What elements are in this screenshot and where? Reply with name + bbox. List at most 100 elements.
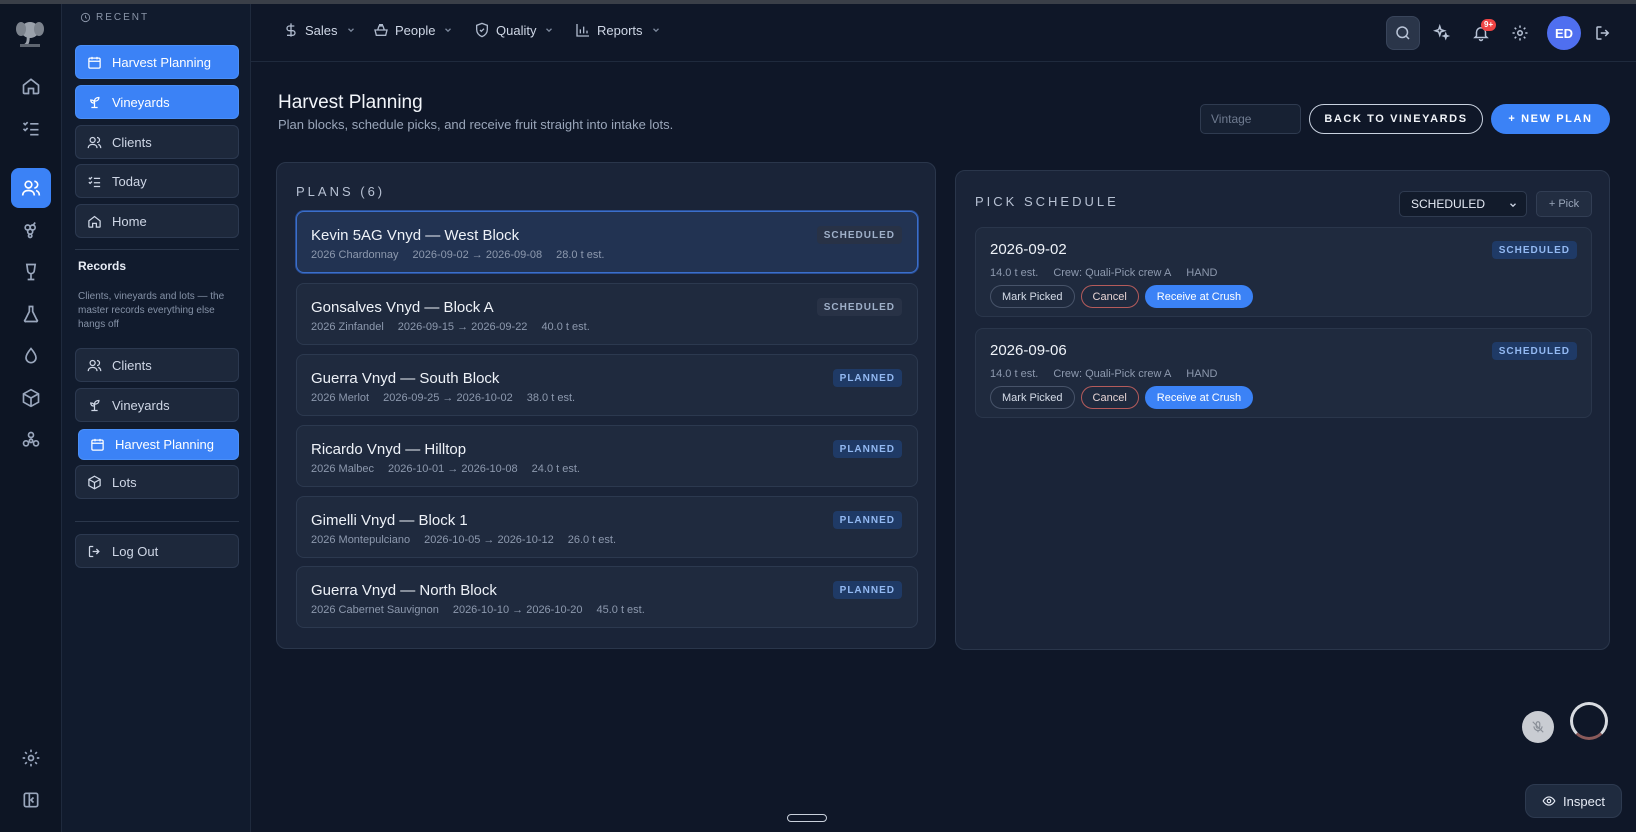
page-title: Harvest Planning	[278, 92, 423, 113]
bar-chart-icon	[576, 24, 589, 37]
receive-at-crush-button[interactable]: Receive at Crush	[1144, 285, 1254, 308]
status-badge: PLANNED	[832, 511, 902, 529]
records-item-clients[interactable]: Clients	[75, 348, 239, 382]
back-to-vineyards-button[interactable]: BACK TO VINEYARDS	[1309, 104, 1483, 134]
top-bar: Sales People Quality Reports 9+ ED	[251, 4, 1636, 62]
add-pick-button[interactable]: + Pick	[1536, 191, 1592, 217]
pick-meta: 14.0 t est. Crew: Quali-Pick crew A HAND	[990, 368, 1218, 380]
plan-name: Ricardo Vnyd — Hilltop	[311, 441, 467, 458]
status-filter-select[interactable]: SCHEDULED	[1399, 191, 1527, 217]
sidebar: RECENT Harvest Planning Vineyards Client…	[62, 4, 251, 832]
elephant-logo[interactable]	[16, 18, 44, 48]
plan-meta: 2026 Cabernet Sauvignon 2026-10-10 → 202…	[311, 604, 645, 616]
records-section-title: Records	[78, 259, 127, 273]
plan-name: Gimelli Vnyd — Block 1	[311, 512, 468, 529]
topnav-reports[interactable]: Reports	[575, 22, 661, 38]
pick-card[interactable]: 2026-09-02 14.0 t est. Crew: Quali-Pick …	[975, 227, 1592, 317]
mic-off-icon	[1532, 721, 1544, 733]
sparkle-icon	[1433, 24, 1451, 41]
new-plan-button[interactable]: + NEW PLAN	[1491, 104, 1610, 134]
rail-package-icon[interactable]	[11, 378, 51, 418]
rail-collapse-icon[interactable]	[11, 780, 51, 820]
inspect-button[interactable]: Inspect	[1525, 784, 1622, 818]
plan-meta: 2026 Montepulciano 2026-10-05 → 2026-10-…	[311, 534, 617, 546]
ai-sparkle-button[interactable]	[1425, 16, 1459, 50]
topnav-sales[interactable]: Sales	[283, 22, 356, 38]
plan-card[interactable]: Gimelli Vnyd — Block 1 2026 Montepulcian…	[296, 496, 918, 558]
scroll-handle[interactable]	[787, 814, 827, 822]
pick-schedule-heading: PICK SCHEDULE	[975, 194, 1119, 209]
home-icon	[88, 215, 101, 228]
records-item-lots[interactable]: Lots	[75, 465, 239, 499]
recent-section-label: RECENT	[80, 12, 149, 23]
users-icon	[87, 359, 102, 371]
pick-actions: Mark Picked Cancel Receive at Crush	[990, 285, 1254, 308]
receive-at-crush-button[interactable]: Receive at Crush	[1144, 386, 1254, 409]
shield-check-icon	[476, 22, 488, 38]
rail-network-icon[interactable]	[11, 420, 51, 460]
rail-grapes-icon[interactable]	[11, 210, 51, 250]
recent-item-vineyards[interactable]: Vineyards	[75, 85, 239, 119]
user-avatar[interactable]: ED	[1547, 16, 1581, 50]
rail-wine-glass-icon[interactable]	[11, 252, 51, 292]
recent-item-today[interactable]: Today	[75, 164, 239, 198]
rail-droplet-icon[interactable]	[11, 336, 51, 376]
plan-card[interactable]: Guerra Vnyd — South Block 2026 Merlot 20…	[296, 354, 918, 416]
rail-checklist-icon[interactable]	[11, 108, 51, 148]
rail-settings-icon[interactable]	[11, 738, 51, 778]
dollar-icon	[286, 23, 296, 37]
plans-panel: PLANS (6) Kevin 5AG Vnyd — West Block 20…	[276, 162, 936, 649]
box-icon	[88, 475, 101, 489]
topnav-quality[interactable]: Quality	[474, 22, 554, 38]
vintage-input[interactable]	[1200, 104, 1301, 134]
eye-icon	[1542, 796, 1556, 806]
cancel-pick-button[interactable]: Cancel	[1080, 386, 1139, 409]
plan-card[interactable]: Gonsalves Vnyd — Block A 2026 Zinfandel …	[296, 283, 918, 345]
pick-card[interactable]: 2026-09-06 14.0 t est. Crew: Quali-Pick …	[975, 328, 1592, 418]
rail-flask-icon[interactable]	[11, 294, 51, 334]
loading-ring-icon[interactable]	[1570, 702, 1608, 740]
logout-button[interactable]: Log Out	[75, 534, 239, 568]
mark-picked-button[interactable]: Mark Picked	[990, 386, 1075, 409]
chevron-down-icon	[1510, 203, 1516, 208]
plan-name: Guerra Vnyd — South Block	[311, 370, 500, 387]
status-badge: SCHEDULED	[1491, 342, 1577, 360]
recent-item-clients[interactable]: Clients	[75, 125, 239, 159]
plan-card[interactable]: Ricardo Vnyd — Hilltop 2026 Malbec 2026-…	[296, 425, 918, 487]
search-button[interactable]	[1386, 16, 1420, 50]
notifications-button[interactable]: 9+	[1464, 16, 1498, 50]
topnav-people[interactable]: People	[373, 22, 453, 38]
pick-schedule-panel: PICK SCHEDULE SCHEDULED + Pick 2026-09-0…	[955, 170, 1610, 650]
plan-meta: 2026 Merlot 2026-09-25 → 2026-10-02 38.0…	[311, 392, 576, 404]
cancel-pick-button[interactable]: Cancel	[1080, 285, 1139, 308]
plan-card[interactable]: Guerra Vnyd — North Block 2026 Cabernet …	[296, 566, 918, 628]
plans-heading: PLANS (6)	[296, 184, 386, 199]
recent-item-harvest-planning[interactable]: Harvest Planning	[75, 45, 239, 79]
plan-meta: 2026 Malbec 2026-10-01 → 2026-10-08 24.0…	[311, 463, 580, 475]
pick-date: 2026-09-06	[990, 342, 1067, 359]
plan-meta: 2026 Chardonnay 2026-09-02 → 2026-09-08 …	[311, 249, 605, 261]
records-item-harvest-planning[interactable]: Harvest Planning	[78, 429, 239, 460]
status-badge: SCHEDULED	[816, 298, 902, 316]
rail-users-icon[interactable]	[11, 168, 51, 208]
logout-icon	[1596, 26, 1610, 40]
status-badge: SCHEDULED	[816, 226, 902, 244]
settings-button[interactable]	[1503, 16, 1537, 50]
chevron-down-icon	[546, 28, 553, 33]
recent-item-home[interactable]: Home	[75, 204, 239, 238]
page-subtitle: Plan blocks, schedule picks, and receive…	[278, 117, 674, 132]
plan-name: Guerra Vnyd — North Block	[311, 582, 497, 599]
plan-name: Gonsalves Vnyd — Block A	[311, 299, 494, 316]
chevron-down-icon	[652, 28, 659, 33]
status-badge: SCHEDULED	[1491, 241, 1577, 259]
rail-home-icon[interactable]	[11, 66, 51, 106]
records-item-vineyards[interactable]: Vineyards	[75, 388, 239, 422]
plan-name: Kevin 5AG Vnyd — West Block	[311, 227, 520, 244]
clock-icon	[80, 12, 91, 23]
sprout-icon	[90, 399, 100, 411]
chevron-down-icon	[347, 28, 354, 33]
logout-top-button[interactable]	[1586, 16, 1620, 50]
mic-off-button[interactable]	[1522, 711, 1554, 743]
mark-picked-button[interactable]: Mark Picked	[990, 285, 1075, 308]
plan-card[interactable]: Kevin 5AG Vnyd — West Block 2026 Chardon…	[296, 211, 918, 273]
